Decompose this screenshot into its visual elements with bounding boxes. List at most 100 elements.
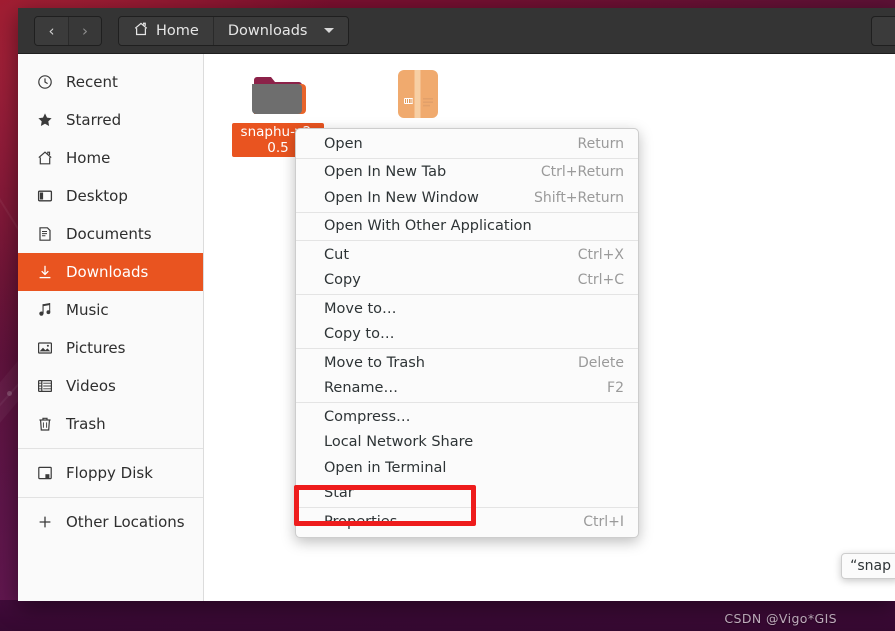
breadcrumb: Home Downloads xyxy=(118,15,350,46)
sidebar-label: Downloads xyxy=(66,263,149,281)
sidebar-label: Other Locations xyxy=(66,513,185,531)
navigation-buttons: ‹ › xyxy=(34,15,102,46)
sidebar: Recent Starred Home Desktop Documents Do… xyxy=(18,54,204,601)
menu-item-label: Local Network Share xyxy=(324,434,474,451)
menu-item-accel: Ctrl+I xyxy=(583,513,624,530)
chevron-down-icon xyxy=(324,28,335,33)
sidebar-label: Videos xyxy=(66,377,116,395)
folder-icon xyxy=(232,62,324,120)
file-list-view[interactable]: snaphu-v2.0.5 Open Return Open In New Ta… xyxy=(204,54,895,601)
floppy-icon xyxy=(36,465,53,482)
menu-item-accel: Ctrl+Return xyxy=(540,164,624,181)
breadcrumb-item-home[interactable]: Home xyxy=(119,16,213,45)
sidebar-label: Home xyxy=(66,149,111,167)
sidebar-label: Recent xyxy=(66,73,118,91)
menu-item-label: Open In New Tab xyxy=(324,164,447,181)
menu-item-move-to-trash[interactable]: Move to Trash Delete xyxy=(296,350,638,376)
menu-item-open-in-terminal[interactable]: Open in Terminal xyxy=(296,455,638,481)
sidebar-item-music[interactable]: Music xyxy=(18,291,203,329)
sidebar-item-starred[interactable]: Starred xyxy=(18,101,203,139)
star-icon xyxy=(36,112,53,129)
download-icon xyxy=(36,264,53,281)
breadcrumb-downloads-label: Downloads xyxy=(227,22,308,39)
file-manager-window: ‹ › Home Downloads Recent Starred Home D… xyxy=(18,8,895,601)
back-button[interactable]: ‹ xyxy=(35,16,68,45)
sidebar-item-floppy-disk[interactable]: Floppy Disk xyxy=(18,454,203,492)
video-icon xyxy=(36,378,53,395)
sidebar-label: Trash xyxy=(66,415,106,433)
menu-item-open[interactable]: Open Return xyxy=(296,131,638,157)
document-icon xyxy=(36,226,53,243)
menu-item-label: Open in Terminal xyxy=(324,459,447,476)
menu-separator xyxy=(296,507,638,508)
music-icon xyxy=(36,302,53,319)
menu-item-label: Open In New Window xyxy=(324,189,479,206)
menu-item-local-network-share[interactable]: Local Network Share xyxy=(296,430,638,456)
breadcrumb-home-label: Home xyxy=(156,22,199,39)
forward-button[interactable]: › xyxy=(68,16,101,45)
sidebar-item-recent[interactable]: Recent xyxy=(18,63,203,101)
sidebar-separator xyxy=(18,448,203,449)
menu-item-open-in-new-window[interactable]: Open In New Window Shift+Return xyxy=(296,185,638,211)
menu-item-open-in-new-tab[interactable]: Open In New Tab Ctrl+Return xyxy=(296,160,638,186)
clock-icon xyxy=(36,74,53,91)
menu-item-label: Cut xyxy=(324,246,349,263)
sidebar-label: Desktop xyxy=(66,187,128,205)
menu-item-label: Compress… xyxy=(324,408,411,425)
sidebar-label: Music xyxy=(66,301,109,319)
picture-icon xyxy=(36,340,53,357)
watermark-text: CSDN @Vigo*GIS xyxy=(724,611,837,626)
plus-icon xyxy=(36,514,53,531)
chevron-left-icon: ‹ xyxy=(48,21,55,40)
menu-item-label: Open xyxy=(324,135,363,152)
menu-item-accel: Shift+Return xyxy=(533,189,624,206)
menu-item-accel: Ctrl+C xyxy=(577,272,624,289)
sidebar-label: Starred xyxy=(66,111,122,129)
desktop-icon xyxy=(36,188,53,205)
menu-item-label: Open With Other Application xyxy=(324,218,532,235)
header-menu-button[interactable] xyxy=(871,16,895,46)
home-icon xyxy=(133,21,149,41)
menu-item-accel: F2 xyxy=(607,380,624,397)
trash-icon xyxy=(36,416,53,433)
menu-separator xyxy=(296,211,638,213)
menu-separator xyxy=(296,294,638,295)
menu-item-cut[interactable]: Cut Ctrl+X xyxy=(296,242,638,268)
menu-item-rename[interactable]: Rename… F2 xyxy=(296,376,638,402)
sidebar-item-videos[interactable]: Videos xyxy=(18,367,203,405)
wallpaper-dot xyxy=(7,391,12,396)
chevron-right-icon: › xyxy=(82,21,88,40)
context-menu[interactable]: Open Return Open In New Tab Ctrl+Return … xyxy=(295,128,639,538)
menu-item-label: Copy xyxy=(324,272,361,289)
menu-item-accel: Return xyxy=(577,135,624,152)
menu-item-properties[interactable]: Properties Ctrl+I xyxy=(296,509,638,535)
menu-item-label: Move to Trash xyxy=(324,354,425,371)
menu-item-move-to[interactable]: Move to… xyxy=(296,296,638,322)
sidebar-label: Documents xyxy=(66,225,152,243)
sidebar-item-home[interactable]: Home xyxy=(18,139,203,177)
sidebar-item-trash[interactable]: Trash xyxy=(18,405,203,443)
menu-item-open-with-other-application[interactable]: Open With Other Application xyxy=(296,214,638,240)
menu-item-label: Move to… xyxy=(324,300,397,317)
sidebar-item-desktop[interactable]: Desktop xyxy=(18,177,203,215)
menu-separator xyxy=(296,240,638,241)
menu-separator xyxy=(296,402,638,403)
menu-item-accel: Delete xyxy=(578,354,624,371)
menu-item-copy[interactable]: Copy Ctrl+C xyxy=(296,268,638,294)
window-body: Recent Starred Home Desktop Documents Do… xyxy=(18,54,895,601)
sidebar-item-downloads[interactable]: Downloads xyxy=(18,253,203,291)
header-bar: ‹ › Home Downloads xyxy=(18,8,895,54)
menu-item-accel: Ctrl+X xyxy=(577,246,624,263)
sidebar-item-pictures[interactable]: Pictures xyxy=(18,329,203,367)
menu-item-star[interactable]: Star xyxy=(296,481,638,507)
menu-item-label: Properties xyxy=(324,513,398,530)
menu-item-compress[interactable]: Compress… xyxy=(296,404,638,430)
sidebar-item-documents[interactable]: Documents xyxy=(18,215,203,253)
menu-separator xyxy=(296,348,638,349)
menu-item-label: Rename… xyxy=(324,380,398,397)
file-name-tooltip: “snap xyxy=(841,553,895,579)
breadcrumb-item-downloads[interactable]: Downloads xyxy=(212,16,349,45)
menu-separator xyxy=(296,157,638,159)
menu-item-copy-to[interactable]: Copy to… xyxy=(296,322,638,348)
sidebar-item-other-locations[interactable]: Other Locations xyxy=(18,503,203,541)
